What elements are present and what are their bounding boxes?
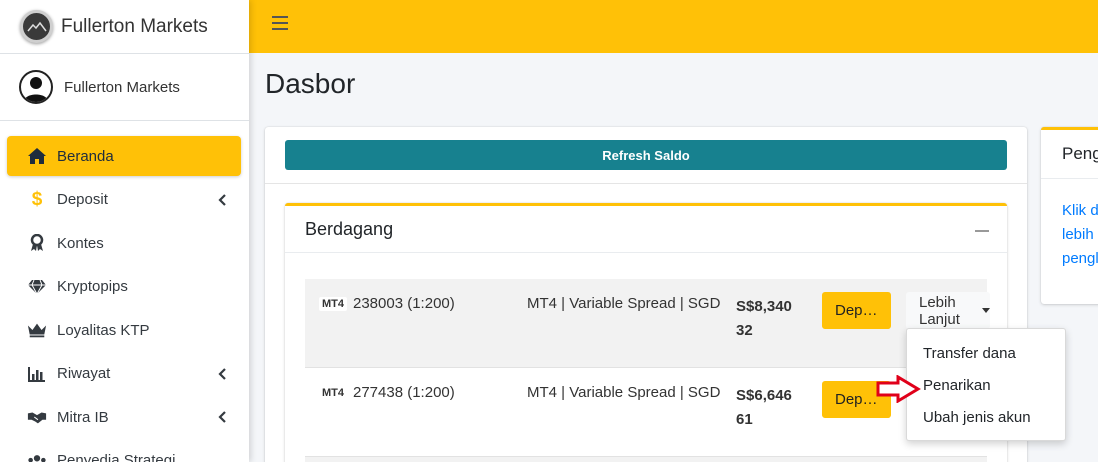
- crown-icon: [27, 320, 47, 340]
- sidebar-item-label: Loyalitas KTP: [57, 321, 150, 339]
- sidebar: Fullerton Markets Fullerton Markets Bera…: [0, 0, 249, 462]
- arrow-right-icon: [876, 375, 921, 403]
- menu-item-change-account-type[interactable]: Ubah jenis akun: [907, 401, 1065, 433]
- menu-item-withdraw[interactable]: Penarikan: [907, 369, 1065, 401]
- menu-item-transfer[interactable]: Transfer dana: [907, 337, 1065, 369]
- sidebar-item-label: Kryptopips: [57, 278, 128, 295]
- more-dropdown-menu: Transfer dana Penarikan Ubah jenis akun: [906, 328, 1066, 441]
- sidebar-item-deposit[interactable]: $ Deposit: [7, 180, 241, 220]
- sidebar-item-label: Deposit: [57, 191, 108, 208]
- info-card-title: Peng: [1041, 130, 1098, 179]
- user-panel[interactable]: Fullerton Markets: [0, 54, 249, 121]
- account-row: MT4 238003 (1:200) MT4 | Variable Spread…: [305, 279, 990, 368]
- chevron-left-icon: [217, 193, 227, 207]
- deposit-button[interactable]: Dep…: [822, 292, 891, 329]
- page-title: Dasbor: [265, 68, 356, 99]
- account-balance: S$6,646 61: [736, 387, 792, 428]
- platform-badge: MT4: [319, 386, 347, 400]
- hamburger-icon[interactable]: [272, 16, 288, 32]
- dollar-icon: $: [31, 188, 43, 210]
- sidebar-nav: Beranda $ Deposit Kontes Kryptopips Loya…: [0, 121, 249, 462]
- sidebar-item-loyalitas[interactable]: Loyalitas KTP: [7, 310, 241, 350]
- sidebar-item-beranda[interactable]: Beranda: [7, 136, 241, 176]
- more-dropdown-button[interactable]: Lebih Lanjut: [906, 292, 990, 329]
- chart-bar-icon: [27, 364, 47, 384]
- account-id: 238003 (1:200): [353, 295, 455, 312]
- sidebar-item-kryptopips[interactable]: Kryptopips: [7, 267, 241, 307]
- account-row: [305, 457, 987, 462]
- sidebar-item-label: Riwayat: [57, 365, 111, 382]
- sidebar-item-mitra-ib[interactable]: Mitra IB: [7, 397, 241, 437]
- info-card: Peng Klik d lebih pengl: [1041, 127, 1098, 304]
- gem-icon: [27, 277, 47, 297]
- divider: [265, 183, 1027, 184]
- account-id: 277438 (1:200): [353, 384, 455, 401]
- sidebar-item-label: Mitra IB: [57, 408, 109, 426]
- chevron-left-icon: [217, 367, 227, 381]
- top-navbar: [249, 0, 1098, 53]
- brand-name: Fullerton Markets: [61, 15, 208, 37]
- handshake-icon: [27, 407, 47, 427]
- brand-logo: [20, 10, 53, 43]
- brand-link[interactable]: Fullerton Markets: [0, 0, 249, 54]
- sidebar-item-label: Kontes: [57, 234, 104, 252]
- home-icon: [27, 146, 47, 166]
- sidebar-item-penyedia-strategi[interactable]: Penyedia Strategi: [7, 441, 241, 462]
- award-icon: [27, 233, 47, 253]
- trading-card-title: Berdagang: [285, 206, 1007, 253]
- chevron-left-icon: [217, 410, 227, 424]
- account-type: MT4 | Variable Spread | SGD: [527, 384, 721, 401]
- collapse-icon[interactable]: [975, 230, 989, 232]
- avatar: [19, 70, 53, 104]
- users-icon: [27, 451, 47, 462]
- sidebar-item-kontes[interactable]: Kontes: [7, 223, 241, 263]
- sidebar-item-riwayat[interactable]: Riwayat: [7, 354, 241, 394]
- sidebar-item-label: Beranda: [57, 147, 114, 165]
- sidebar-item-label: Penyedia Strategi: [57, 452, 176, 462]
- caret-down-icon: [982, 308, 990, 313]
- info-card-body[interactable]: Klik d lebih pengl: [1041, 179, 1098, 271]
- account-type: MT4 | Variable Spread | SGD: [527, 295, 721, 312]
- account-balance: S$8,340 32: [736, 298, 792, 339]
- platform-badge: MT4: [319, 297, 347, 311]
- trading-card: Berdagang MT4 238003 (1:200) MT4 | Varia…: [285, 203, 1007, 462]
- refresh-balance-button[interactable]: Refresh Saldo: [285, 140, 1007, 170]
- user-name: Fullerton Markets: [64, 78, 180, 96]
